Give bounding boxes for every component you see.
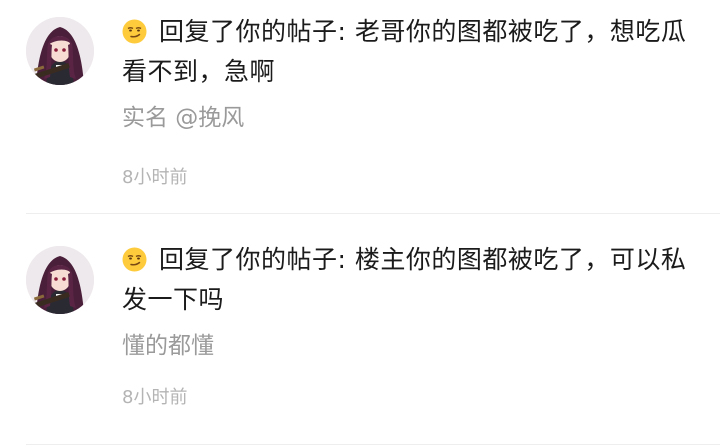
- timestamp: 8小时前: [122, 387, 188, 408]
- notification-item[interactable]: 回复了你的帖子: 楼主你的图都被吃了，可以私发一下吗 懂的都懂 8小时前: [0, 214, 720, 447]
- anime-girl-avatar-icon: [26, 246, 94, 314]
- anime-girl-avatar-icon: [26, 17, 94, 85]
- reply-prefix: 回复了你的帖子:: [159, 245, 355, 274]
- smirk-emoji-icon: [122, 247, 147, 272]
- divider: [26, 444, 720, 445]
- user-avatar[interactable]: [26, 246, 94, 314]
- reply-prefix: 回复了你的帖子:: [159, 17, 355, 46]
- notification-content: 回复了你的帖子: 老哥你的图都被吃了，想吃瓜看不到，急啊 实名 @挽风 8小时前: [122, 12, 702, 190]
- reply-line[interactable]: 回复了你的帖子: 老哥你的图都被吃了，想吃瓜看不到，急啊: [122, 12, 702, 92]
- user-avatar[interactable]: [26, 17, 94, 85]
- notification-item[interactable]: 回复了你的帖子: 老哥你的图都被吃了，想吃瓜看不到，急啊 实名 @挽风 8小时前: [0, 0, 720, 214]
- quoted-post[interactable]: 实名 @挽风: [122, 100, 702, 136]
- notification-content: 回复了你的帖子: 楼主你的图都被吃了，可以私发一下吗 懂的都懂 8小时前: [122, 240, 702, 410]
- smirk-emoji-icon: [122, 19, 147, 44]
- reply-line[interactable]: 回复了你的帖子: 楼主你的图都被吃了，可以私发一下吗: [122, 240, 702, 320]
- notification-feed: 回复了你的帖子: 老哥你的图都被吃了，想吃瓜看不到，急啊 实名 @挽风 8小时前: [0, 0, 720, 447]
- quoted-post[interactable]: 懂的都懂: [122, 328, 702, 364]
- timestamp: 8小时前: [122, 167, 188, 188]
